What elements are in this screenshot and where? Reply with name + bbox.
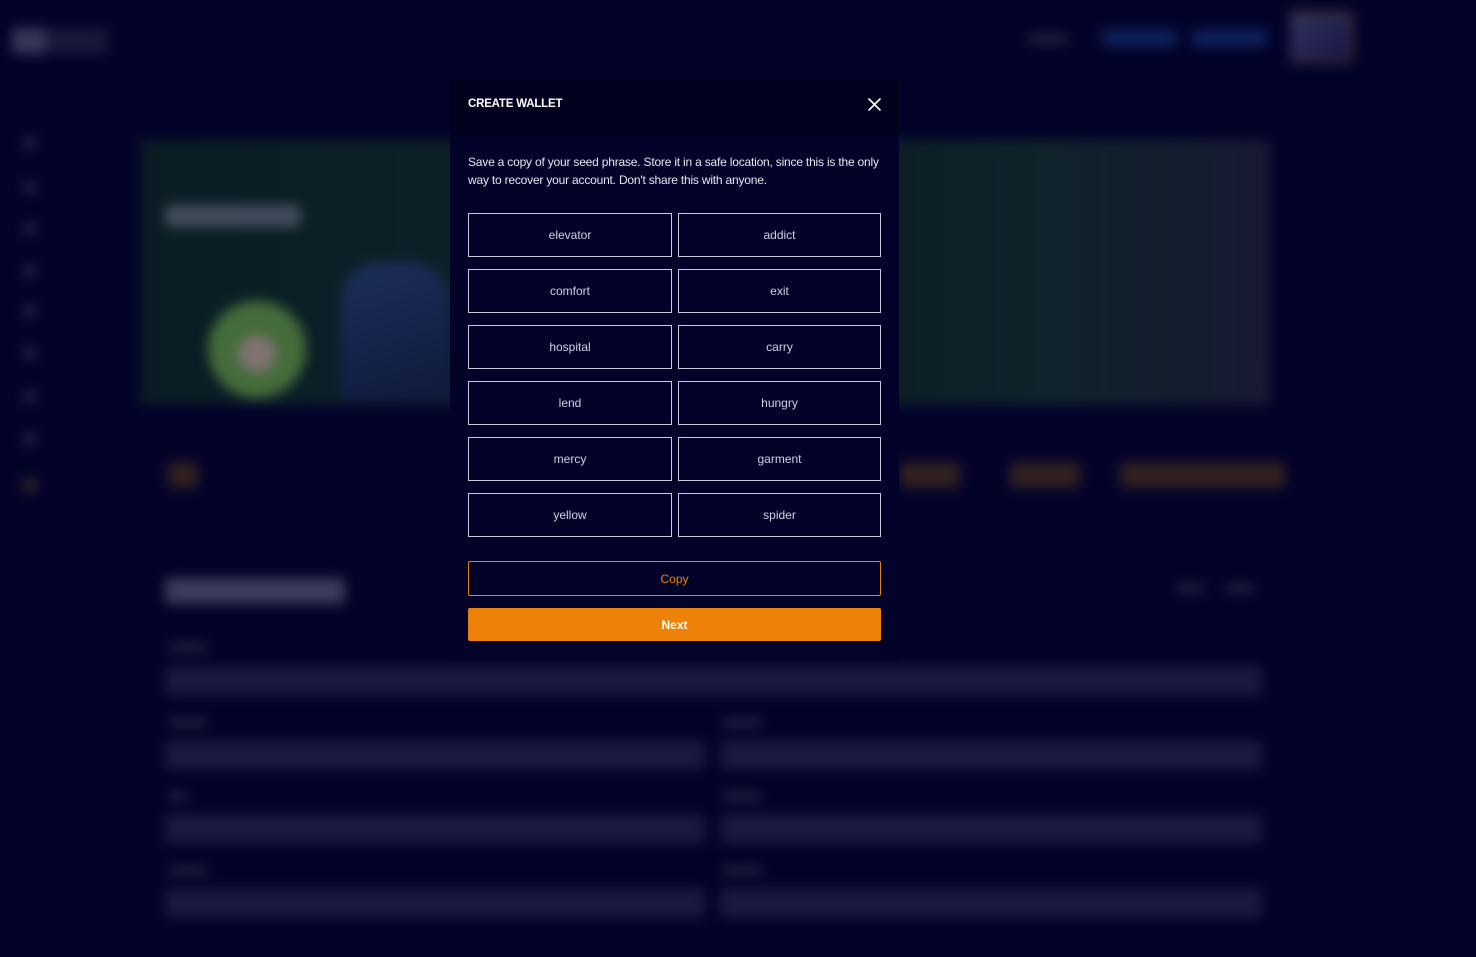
close-icon[interactable] (866, 96, 883, 113)
profile-stat (1010, 462, 1080, 488)
header-link (1028, 34, 1068, 44)
section-action (1175, 584, 1205, 593)
header-button (1102, 30, 1177, 46)
form-field (165, 740, 705, 770)
form-field (165, 888, 705, 918)
sidebar-icon (22, 136, 38, 150)
field-label (168, 866, 208, 875)
seed-phrase-grid: elevator addict comfort exit hospital ca… (468, 213, 881, 537)
create-wallet-modal: CREATE WALLET Save a copy of your seed p… (450, 80, 899, 660)
field-label (168, 643, 208, 652)
seed-word: yellow (468, 493, 672, 537)
seed-word: comfort (468, 269, 672, 313)
seed-word: addict (678, 213, 881, 257)
sidebar-icon (22, 478, 38, 492)
seed-word: hospital (468, 325, 672, 369)
profile-avatar (208, 300, 306, 398)
app-logo (12, 28, 108, 54)
field-label (722, 866, 762, 875)
profile-stat (168, 462, 198, 488)
seed-word: lend (468, 381, 672, 425)
sidebar-icon (22, 180, 38, 194)
form-field (165, 666, 1262, 696)
profile-action (1120, 462, 1285, 488)
seed-word: garment (678, 437, 881, 481)
modal-title: CREATE WALLET (468, 98, 563, 110)
form-field (720, 888, 1262, 918)
profile-stat (900, 462, 960, 488)
modal-header: CREATE WALLET (450, 80, 899, 136)
user-avatar-button (1290, 12, 1353, 62)
sidebar-icon (22, 304, 38, 318)
seed-phrase-instructions: Save a copy of your seed phrase. Store i… (468, 155, 879, 187)
field-label (168, 792, 188, 801)
field-label (722, 792, 762, 801)
field-label (722, 718, 762, 727)
field-label (168, 718, 208, 727)
banner-figure (340, 262, 450, 402)
seed-word: exit (678, 269, 881, 313)
next-button[interactable]: Next (468, 608, 881, 641)
sidebar-icon (22, 432, 38, 446)
sidebar-icon (22, 222, 38, 236)
seed-word: hungry (678, 381, 881, 425)
profile-banner-title (165, 205, 300, 227)
seed-word: spider (678, 493, 881, 537)
section-title (165, 578, 345, 604)
header-button (1192, 30, 1267, 46)
seed-word: elevator (468, 213, 672, 257)
form-field (165, 814, 705, 844)
form-field (720, 740, 1262, 770)
sidebar-icon (22, 390, 38, 404)
seed-word: mercy (468, 437, 672, 481)
section-action (1225, 584, 1255, 593)
copy-button[interactable]: Copy (468, 561, 881, 596)
sidebar-icon (22, 264, 38, 278)
form-field (720, 814, 1262, 844)
sidebar-icon (22, 346, 38, 360)
seed-word: carry (678, 325, 881, 369)
